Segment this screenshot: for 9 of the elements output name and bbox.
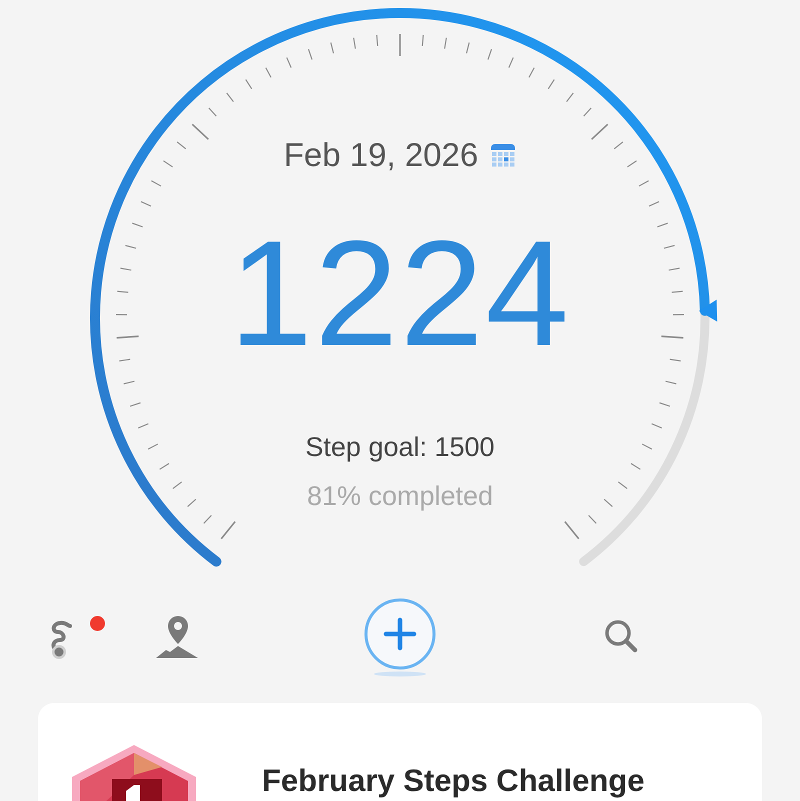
challenge-card[interactable]: February Steps Challenge [38,703,762,801]
badge-icon [72,745,196,801]
challenge-title: February Steps Challenge [262,763,644,799]
step-count: 1224 [229,218,571,368]
calendar-icon[interactable] [490,142,516,168]
percent-completed-label: 81% completed [306,481,494,512]
date-label[interactable]: Feb 19, 2026 [284,136,478,174]
progress-pointer-icon [698,300,718,322]
step-goal-label: Step goal: 1500 [305,432,495,463]
